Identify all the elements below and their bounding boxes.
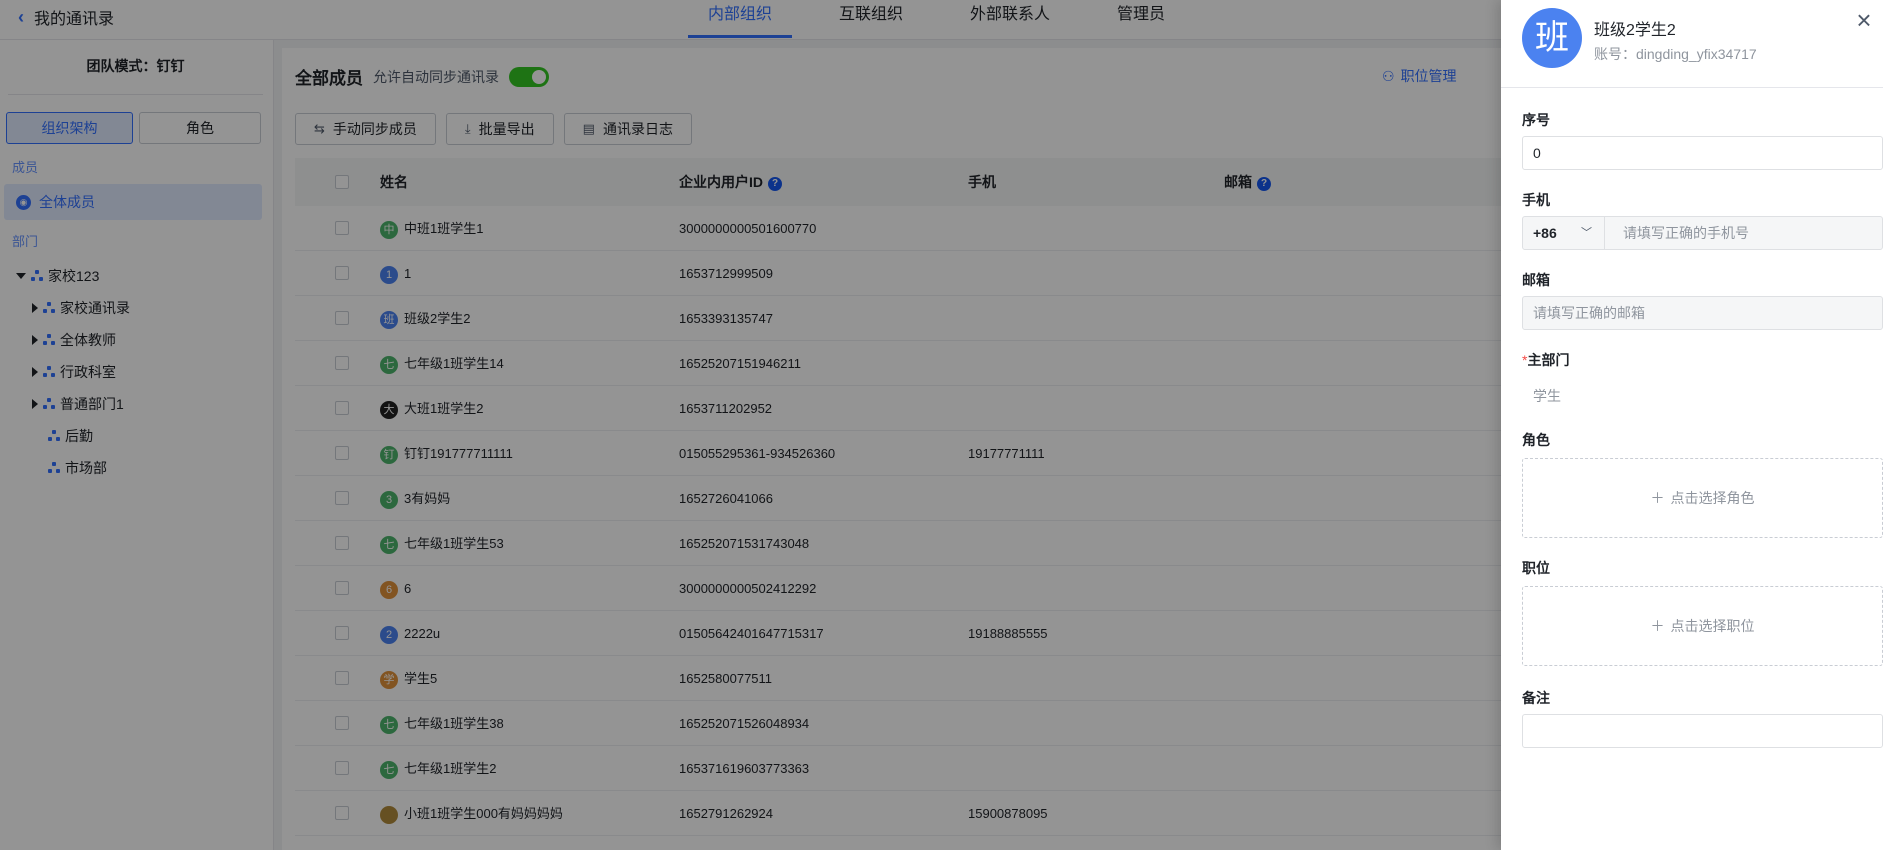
select-role-label: 点击选择角色 [1670, 490, 1755, 506]
order-label: 序号 [1522, 112, 1550, 128]
email-label: 邮箱 [1522, 272, 1550, 288]
position-label: 职位 [1522, 560, 1550, 576]
main-dept-label-text: 主部门 [1527, 352, 1570, 368]
plus-icon: ＋ [1650, 490, 1665, 506]
main-dept-value: 学生 [1533, 388, 1561, 404]
select-position-button[interactable]: ＋ 点击选择职位 [1522, 586, 1883, 666]
member-account: 账号：dingding_yfix34717 [1594, 46, 1757, 62]
main-dept-label: *主部门 [1522, 350, 1569, 370]
drawer-header: 班 班级2学生2 账号：dingding_yfix34717 × [1501, 0, 1883, 88]
phone-label: 手机 [1522, 192, 1550, 208]
note-input[interactable] [1522, 714, 1883, 748]
country-code-value: +86 [1533, 225, 1557, 241]
chevron-down-icon: ﹀ [1581, 227, 1592, 239]
note-label: 备注 [1522, 690, 1550, 706]
plus-icon: ＋ [1650, 618, 1665, 634]
member-name: 班级2学生2 [1594, 22, 1676, 39]
role-label: 角色 [1522, 432, 1550, 448]
select-position-label: 点击选择职位 [1670, 618, 1755, 634]
select-role-button[interactable]: ＋ 点击选择角色 [1522, 458, 1883, 538]
avatar: 班 [1522, 8, 1582, 68]
close-icon[interactable]: × [1853, 7, 1875, 33]
phone-field: +86 ﹀ 请填写正确的手机号 [1522, 216, 1883, 250]
email-input[interactable]: 请填写正确的邮箱 [1522, 296, 1883, 330]
order-input[interactable]: 0 [1522, 136, 1883, 170]
member-detail-drawer: 班 班级2学生2 账号：dingding_yfix34717 × 序号 0 手机… [1501, 0, 1883, 850]
phone-input[interactable]: 请填写正确的手机号 [1623, 217, 1749, 249]
country-code-select[interactable]: +86 ﹀ [1523, 217, 1605, 249]
